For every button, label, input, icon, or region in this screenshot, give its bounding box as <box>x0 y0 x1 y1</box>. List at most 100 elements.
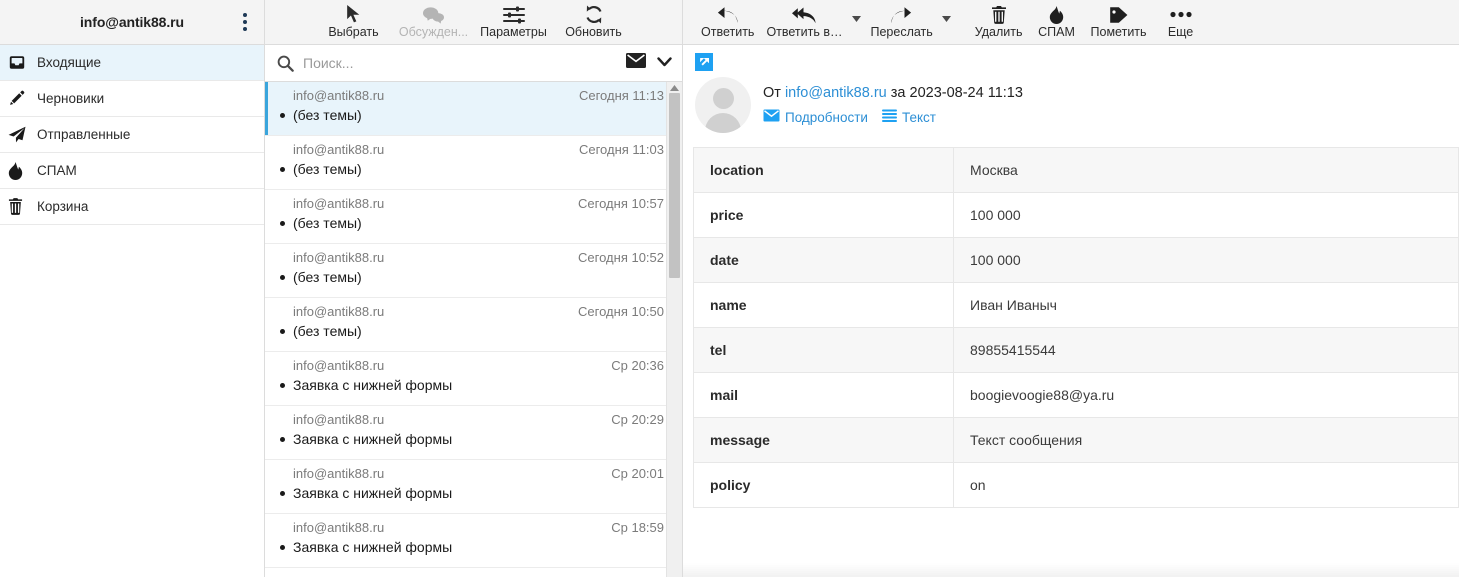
message-list-item[interactable]: info@antik88.ru Сегодня 11:13 (без темы) <box>265 82 682 136</box>
delete-button[interactable]: Удалить <box>969 2 1029 44</box>
message-subject: (без темы) <box>293 161 362 177</box>
sliders-icon <box>502 5 525 24</box>
table-row: policy on <box>693 462 1459 508</box>
lines-icon <box>881 109 897 125</box>
sender-info: От info@antik88.ru за 2023-08-24 11:13 П… <box>763 77 1023 125</box>
sidebar: info@antik88.ru Входящие Черновики Отпра… <box>0 0 265 577</box>
message-sender: info@antik88.ru <box>293 304 385 319</box>
more-button[interactable]: Еще <box>1153 2 1209 44</box>
toolbar-label: Обсужден... <box>398 25 469 39</box>
toolbar-label: СПАМ <box>1038 25 1075 39</box>
forward-icon <box>891 5 912 24</box>
message-sender: info@antik88.ru <box>293 142 385 157</box>
toolbar-label: Ответить в… <box>766 25 843 39</box>
fire-icon <box>1049 5 1064 24</box>
form-data-table: location Москва price 100 000 date 100 000 nam… <box>693 147 1459 508</box>
options-button[interactable]: Параметры <box>474 2 554 44</box>
envelope-icon[interactable] <box>626 53 646 73</box>
sidebar-item-drafts[interactable]: Черновики <box>0 81 264 117</box>
message-list-item[interactable]: info@antik88.ru Ср 20:29 Заявка с нижней ф… <box>265 406 682 460</box>
toolbar-label: Параметры <box>480 25 547 39</box>
unread-dot-icon <box>280 544 285 550</box>
message-list-scrollbar[interactable] <box>666 82 682 577</box>
sender-address-link[interactable]: info@antik88.ru <box>785 85 887 101</box>
account-name: info@antik88.ru <box>80 14 184 30</box>
table-cell-key: message <box>693 417 954 463</box>
spam-button[interactable]: СПАМ <box>1029 2 1085 44</box>
inbox-icon <box>8 53 32 73</box>
fire-icon <box>8 161 32 181</box>
message-sender: info@antik88.ru <box>293 196 385 211</box>
table-cell-value: boogievoogie88@ya.ru <box>953 372 1459 418</box>
sidebar-item-trash[interactable]: Корзина <box>0 189 264 225</box>
table-cell-value: 89855415544 <box>953 327 1459 373</box>
unread-dot-icon <box>280 382 285 388</box>
reply-all-dropdown-icon[interactable] <box>848 2 864 44</box>
reply-button[interactable]: Ответить <box>695 2 760 44</box>
table-cell-value: Иван Иваныч <box>953 282 1459 328</box>
message-list-item[interactable]: info@antik88.ru Ср 18:59 Заявка с нижней ф… <box>265 514 682 568</box>
table-row: date 100 000 <box>693 237 1459 283</box>
sidebar-item-inbox[interactable]: Входящие <box>0 45 264 81</box>
pencil-icon <box>8 89 32 109</box>
sidebar-item-label: СПАМ <box>37 162 77 178</box>
details-link[interactable]: Подробности <box>763 109 868 125</box>
text-view-link[interactable]: Текст <box>881 109 936 125</box>
message-subject: Заявка с нижней формы <box>293 539 453 555</box>
forward-dropdown-icon[interactable] <box>939 2 955 44</box>
sender-line: От info@antik88.ru за 2023-08-24 11:13 <box>763 85 1023 102</box>
expand-row <box>683 45 1459 71</box>
reply-icon <box>717 5 738 24</box>
toolbar-label: Выбрать <box>328 25 379 39</box>
tag-icon <box>1109 5 1128 24</box>
table-cell-key: mail <box>693 372 954 418</box>
message-date: Ср 20:36 <box>611 358 664 373</box>
message-sender: info@antik88.ru <box>293 358 385 373</box>
refresh-button[interactable]: Обновить <box>554 2 634 44</box>
sidebar-item-spam[interactable]: СПАМ <box>0 153 264 189</box>
forward-button[interactable]: Переслать <box>864 2 938 44</box>
search-input[interactable] <box>303 55 618 71</box>
expand-arrow-icon[interactable] <box>695 53 713 71</box>
message-sender: info@antik88.ru <box>293 520 385 535</box>
sidebar-item-label: Черновики <box>37 90 105 106</box>
message-date: Сегодня 11:03 <box>578 142 664 157</box>
message-list[interactable]: info@antik88.ru Сегодня 11:13 (без темы) in… <box>265 82 682 577</box>
list-toolbar: Выбрать Обсужден... Параметры Обновить <box>265 0 682 45</box>
sidebar-item-sent[interactable]: Отправленные <box>0 117 264 153</box>
message-date: Сегодня 10:50 <box>578 304 664 319</box>
message-subject: (без темы) <box>293 269 362 285</box>
chevron-down-icon[interactable] <box>657 54 672 72</box>
table-cell-value: 100 000 <box>953 192 1459 238</box>
message-list-item[interactable]: info@antik88.ru Сегодня 10:57 (без темы) <box>265 190 682 244</box>
select-button[interactable]: Выбрать <box>314 2 394 44</box>
message-sender: info@antik88.ru <box>293 88 385 103</box>
table-cell-key: location <box>693 147 954 193</box>
scrollbar-thumb[interactable] <box>669 93 680 278</box>
message-subject: (без темы) <box>293 215 362 231</box>
refresh-icon <box>584 5 604 24</box>
table-cell-value: Москва <box>953 147 1459 193</box>
user-avatar-icon <box>695 77 751 133</box>
message-subject: (без темы) <box>293 107 362 123</box>
message-list-item[interactable]: info@antik88.ru Сегодня 11:03 (без темы) <box>265 136 682 190</box>
toolbar-label: Удалить <box>974 25 1023 39</box>
mark-button[interactable]: Пометить <box>1085 2 1153 44</box>
table-cell-key: name <box>693 282 954 328</box>
message-date: 2023-08-24 11:13 <box>909 85 1023 101</box>
table-cell-value: Текст сообщения <box>953 417 1459 463</box>
message-list-item[interactable]: info@antik88.ru Ср 20:36 Заявка с нижней ф… <box>265 352 682 406</box>
sidebar-item-label: Отправленные <box>37 126 131 142</box>
chat-bubbles-icon <box>423 5 444 24</box>
message-list-item[interactable]: info@antik88.ru Ср 20:01 Заявка с нижней ф… <box>265 460 682 514</box>
scroll-up-arrow-icon[interactable] <box>667 82 682 93</box>
kebab-menu-icon[interactable] <box>234 10 256 34</box>
message-list-item[interactable]: info@antik88.ru Сегодня 10:52 (без темы) <box>265 244 682 298</box>
table-row: mail boogievoogie88@ya.ru <box>693 372 1459 418</box>
message-list-item[interactable]: info@antik88.ru Сегодня 10:50 (без темы) <box>265 298 682 352</box>
table-row: name Иван Иваныч <box>693 282 1459 328</box>
message-subject: Заявка с нижней формы <box>293 485 453 501</box>
unread-dot-icon <box>280 274 285 280</box>
conversations-button[interactable]: Обсужден... <box>394 2 474 44</box>
reply-all-button[interactable]: Ответить в… <box>760 2 848 44</box>
